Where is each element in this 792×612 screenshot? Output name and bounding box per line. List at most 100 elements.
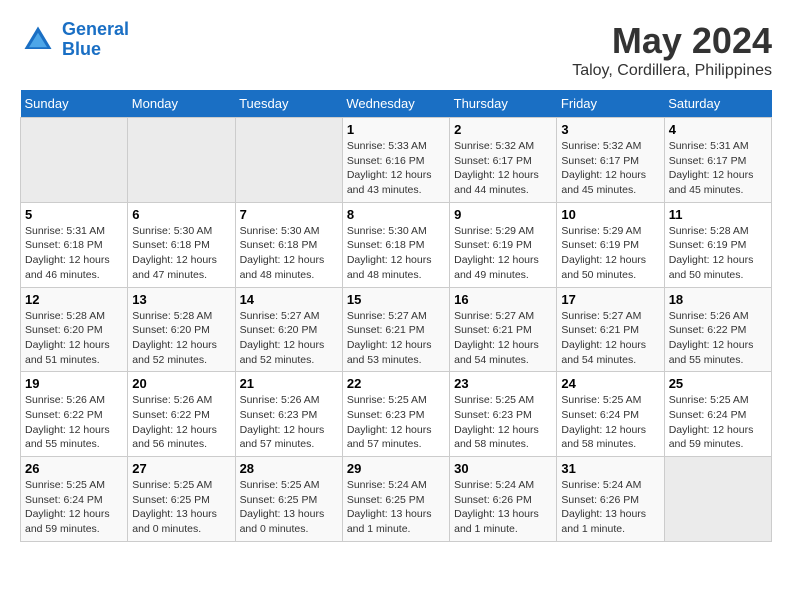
week-row-4: 19 Sunrise: 5:26 AM Sunset: 6:22 PM Dayli…: [21, 372, 772, 457]
day-number: 18: [669, 292, 767, 307]
calendar-cell: 16 Sunrise: 5:27 AM Sunset: 6:21 PM Dayli…: [450, 287, 557, 372]
day-info: Sunrise: 5:26 AM Sunset: 6:23 PM Dayligh…: [240, 393, 338, 452]
calendar-cell: 27 Sunrise: 5:25 AM Sunset: 6:25 PM Dayli…: [128, 457, 235, 542]
calendar-cell: 5Sunrise: 5:31 AM Sunset: 6:18 PM Daylig…: [21, 202, 128, 287]
day-info: Sunrise: 5:32 AM Sunset: 6:17 PM Dayligh…: [561, 139, 659, 198]
header-wednesday: Wednesday: [342, 90, 449, 118]
calendar-cell: 20Sunrise: 5:26 AM Sunset: 6:22 PM Dayli…: [128, 372, 235, 457]
day-info: Sunrise: 5:26 AM Sunset: 6:22 PM Dayligh…: [25, 393, 123, 452]
day-number: 21: [240, 376, 338, 391]
day-info: Sunrise: 5:27 AM Sunset: 6:21 PM Dayligh…: [561, 309, 659, 368]
day-number: 10: [561, 207, 659, 222]
calendar-cell: 15 Sunrise: 5:27 AM Sunset: 6:21 PM Dayli…: [342, 287, 449, 372]
calendar-cell: 14 Sunrise: 5:27 AM Sunset: 6:20 PM Dayli…: [235, 287, 342, 372]
day-info: Sunrise: 5:30 AM Sunset: 6:18 PM Dayligh…: [132, 224, 230, 283]
day-number: 25: [669, 376, 767, 391]
week-row-2: 5Sunrise: 5:31 AM Sunset: 6:18 PM Daylig…: [21, 202, 772, 287]
calendar-cell: 25 Sunrise: 5:25 AM Sunset: 6:24 PM Dayli…: [664, 372, 771, 457]
day-number: 30: [454, 461, 552, 476]
day-info: Sunrise: 5:25 AM Sunset: 6:24 PM Dayligh…: [561, 393, 659, 452]
calendar-cell: [664, 457, 771, 542]
day-info: Sunrise: 5:25 AM Sunset: 6:24 PM Dayligh…: [25, 478, 123, 537]
day-number: 20: [132, 376, 230, 391]
day-info: Sunrise: 5:31 AM Sunset: 6:17 PM Dayligh…: [669, 139, 767, 198]
day-info: Sunrise: 5:24 AM Sunset: 6:26 PM Dayligh…: [454, 478, 552, 537]
calendar-cell: 4 Sunrise: 5:31 AM Sunset: 6:17 PM Daylig…: [664, 118, 771, 203]
day-number: 12: [25, 292, 123, 307]
calendar-cell: 10 Sunrise: 5:29 AM Sunset: 6:19 PM Dayli…: [557, 202, 664, 287]
location-title: Taloy, Cordillera, Philippines: [572, 62, 772, 80]
week-row-3: 12 Sunrise: 5:28 AM Sunset: 6:20 PM Dayli…: [21, 287, 772, 372]
day-info: Sunrise: 5:25 AM Sunset: 6:25 PM Dayligh…: [132, 478, 230, 537]
day-info: Sunrise: 5:29 AM Sunset: 6:19 PM Dayligh…: [561, 224, 659, 283]
calendar-cell: 1Sunrise: 5:33 AM Sunset: 6:16 PM Daylig…: [342, 118, 449, 203]
day-number: 24: [561, 376, 659, 391]
day-number: 19: [25, 376, 123, 391]
month-title: May 2024: [572, 20, 772, 62]
day-number: 16: [454, 292, 552, 307]
day-info: Sunrise: 5:28 AM Sunset: 6:20 PM Dayligh…: [25, 309, 123, 368]
calendar-cell: 12 Sunrise: 5:28 AM Sunset: 6:20 PM Dayli…: [21, 287, 128, 372]
calendar-cell: 30 Sunrise: 5:24 AM Sunset: 6:26 PM Dayli…: [450, 457, 557, 542]
day-info: Sunrise: 5:29 AM Sunset: 6:19 PM Dayligh…: [454, 224, 552, 283]
day-number: 8: [347, 207, 445, 222]
calendar-cell: 22 Sunrise: 5:25 AM Sunset: 6:23 PM Dayli…: [342, 372, 449, 457]
calendar-cell: 17 Sunrise: 5:27 AM Sunset: 6:21 PM Dayli…: [557, 287, 664, 372]
day-number: 17: [561, 292, 659, 307]
day-info: Sunrise: 5:24 AM Sunset: 6:25 PM Dayligh…: [347, 478, 445, 537]
logo: General Blue: [20, 20, 129, 60]
day-number: 28: [240, 461, 338, 476]
day-number: 9: [454, 207, 552, 222]
day-number: 14: [240, 292, 338, 307]
calendar-cell: 3 Sunrise: 5:32 AM Sunset: 6:17 PM Daylig…: [557, 118, 664, 203]
day-number: 29: [347, 461, 445, 476]
calendar-cell: 31 Sunrise: 5:24 AM Sunset: 6:26 PM Dayli…: [557, 457, 664, 542]
day-number: 27: [132, 461, 230, 476]
calendar-cell: 8 Sunrise: 5:30 AM Sunset: 6:18 PM Daylig…: [342, 202, 449, 287]
header-sunday: Sunday: [21, 90, 128, 118]
calendar-cell: 26 Sunrise: 5:25 AM Sunset: 6:24 PM Dayli…: [21, 457, 128, 542]
header-tuesday: Tuesday: [235, 90, 342, 118]
day-number: 2: [454, 122, 552, 137]
calendar-cell: 2 Sunrise: 5:32 AM Sunset: 6:17 PM Daylig…: [450, 118, 557, 203]
header-friday: Friday: [557, 90, 664, 118]
calendar-cell: [235, 118, 342, 203]
logo-line1: General: [62, 19, 129, 39]
day-info: Sunrise: 5:25 AM Sunset: 6:23 PM Dayligh…: [454, 393, 552, 452]
day-info: Sunrise: 5:28 AM Sunset: 6:19 PM Dayligh…: [669, 224, 767, 283]
day-info: Sunrise: 5:27 AM Sunset: 6:20 PM Dayligh…: [240, 309, 338, 368]
calendar-cell: 9 Sunrise: 5:29 AM Sunset: 6:19 PM Daylig…: [450, 202, 557, 287]
day-number: 31: [561, 461, 659, 476]
calendar-cell: 18Sunrise: 5:26 AM Sunset: 6:22 PM Dayli…: [664, 287, 771, 372]
day-info: Sunrise: 5:30 AM Sunset: 6:18 PM Dayligh…: [240, 224, 338, 283]
day-info: Sunrise: 5:31 AM Sunset: 6:18 PM Dayligh…: [25, 224, 123, 283]
calendar-cell: 11Sunrise: 5:28 AM Sunset: 6:19 PM Dayli…: [664, 202, 771, 287]
day-number: 4: [669, 122, 767, 137]
calendar-cell: 23 Sunrise: 5:25 AM Sunset: 6:23 PM Dayli…: [450, 372, 557, 457]
calendar-cell: 24 Sunrise: 5:25 AM Sunset: 6:24 PM Dayli…: [557, 372, 664, 457]
day-info: Sunrise: 5:30 AM Sunset: 6:18 PM Dayligh…: [347, 224, 445, 283]
calendar-cell: 29 Sunrise: 5:24 AM Sunset: 6:25 PM Dayli…: [342, 457, 449, 542]
day-number: 22: [347, 376, 445, 391]
calendar-cell: 7 Sunrise: 5:30 AM Sunset: 6:18 PM Daylig…: [235, 202, 342, 287]
day-number: 6: [132, 207, 230, 222]
day-info: Sunrise: 5:27 AM Sunset: 6:21 PM Dayligh…: [454, 309, 552, 368]
day-number: 15: [347, 292, 445, 307]
week-row-1: 1Sunrise: 5:33 AM Sunset: 6:16 PM Daylig…: [21, 118, 772, 203]
day-info: Sunrise: 5:25 AM Sunset: 6:24 PM Dayligh…: [669, 393, 767, 452]
day-number: 26: [25, 461, 123, 476]
day-number: 3: [561, 122, 659, 137]
page-header: General Blue May 2024 Taloy, Cordillera,…: [20, 20, 772, 80]
title-block: May 2024 Taloy, Cordillera, Philippines: [572, 20, 772, 80]
header-monday: Monday: [128, 90, 235, 118]
day-number: 23: [454, 376, 552, 391]
day-number: 7: [240, 207, 338, 222]
day-info: Sunrise: 5:27 AM Sunset: 6:21 PM Dayligh…: [347, 309, 445, 368]
calendar-cell: 19 Sunrise: 5:26 AM Sunset: 6:22 PM Dayli…: [21, 372, 128, 457]
day-info: Sunrise: 5:24 AM Sunset: 6:26 PM Dayligh…: [561, 478, 659, 537]
day-info: Sunrise: 5:32 AM Sunset: 6:17 PM Dayligh…: [454, 139, 552, 198]
logo-line2: Blue: [62, 39, 101, 59]
day-info: Sunrise: 5:25 AM Sunset: 6:23 PM Dayligh…: [347, 393, 445, 452]
calendar-header-row: SundayMondayTuesdayWednesdayThursdayFrid…: [21, 90, 772, 118]
day-info: Sunrise: 5:33 AM Sunset: 6:16 PM Dayligh…: [347, 139, 445, 198]
